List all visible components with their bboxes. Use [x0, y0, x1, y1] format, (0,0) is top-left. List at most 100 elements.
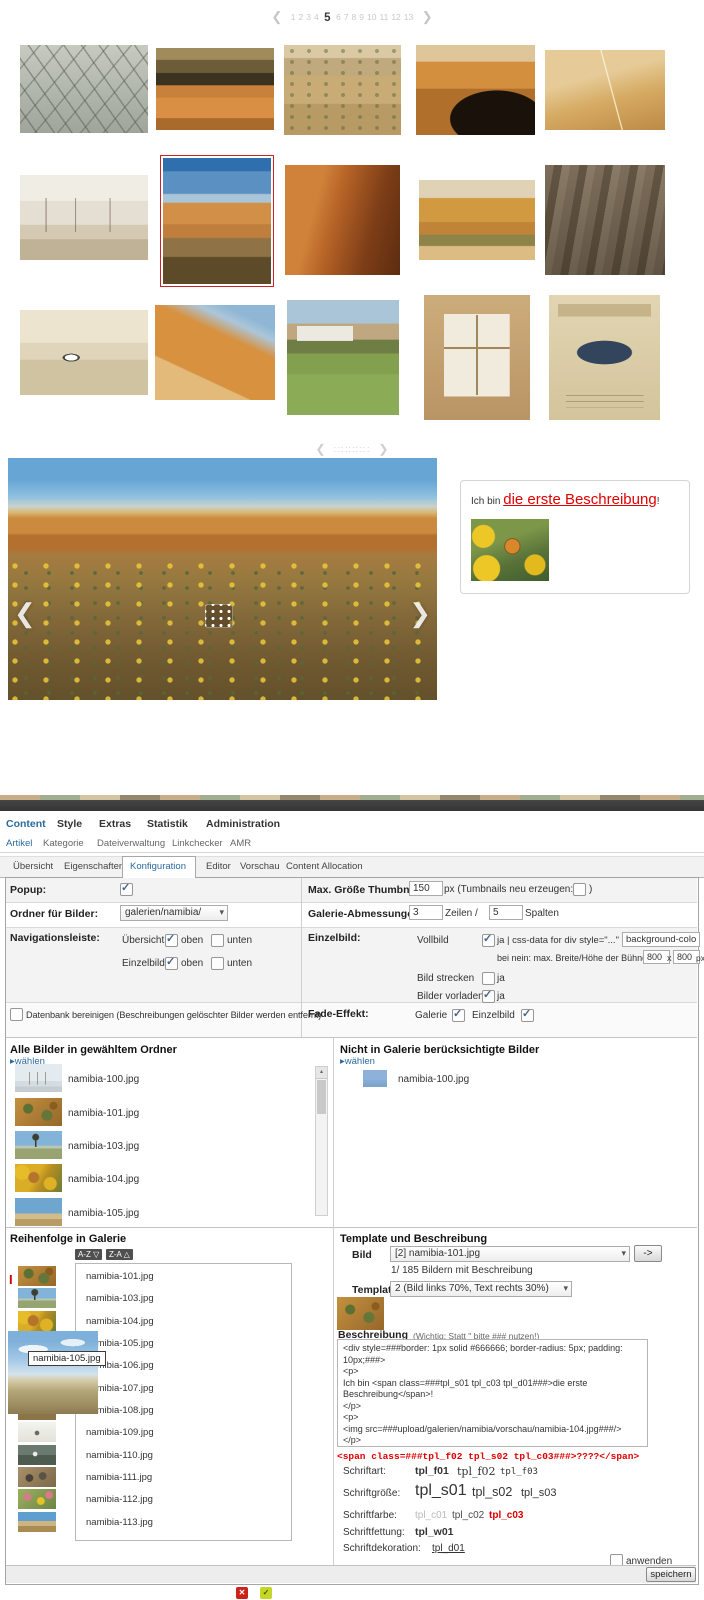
- page-number[interactable]: 2: [298, 12, 303, 22]
- tab-konfiguration[interactable]: Konfiguration: [130, 861, 186, 872]
- menu-style[interactable]: Style: [57, 818, 82, 830]
- gallery-thumb[interactable]: [416, 45, 535, 135]
- cols-input[interactable]: [489, 905, 523, 920]
- tab-vorschau[interactable]: Vorschau: [240, 861, 280, 872]
- submenu-amr[interactable]: AMR: [230, 838, 251, 849]
- gallery-thumb[interactable]: [285, 165, 400, 275]
- gallery-thumb[interactable]: [20, 310, 148, 395]
- check-icon[interactable]: ✓: [260, 1587, 272, 1599]
- order-item[interactable]: namibia-101.jpg: [86, 1271, 154, 1282]
- order-thumb[interactable]: [18, 1311, 56, 1331]
- rows-input[interactable]: [409, 905, 443, 920]
- thumb-size-input[interactable]: [409, 881, 443, 896]
- submenu-artikel[interactable]: Artikel: [6, 838, 32, 849]
- page-number[interactable]: 12: [391, 12, 400, 22]
- vorladen-checkbox[interactable]: [482, 990, 495, 1003]
- beschreibung-textarea[interactable]: <div style=###border: 1px solid #666666;…: [337, 1339, 648, 1447]
- page-number[interactable]: 6: [336, 12, 341, 22]
- submenu-linkchecker[interactable]: Linkchecker: [172, 838, 223, 849]
- gallery-thumb[interactable]: [156, 48, 274, 130]
- page-number[interactable]: 11: [379, 12, 388, 22]
- strip-prev-icon[interactable]: ❮: [316, 442, 326, 456]
- gallery-thumb[interactable]: [419, 180, 535, 260]
- pager-next-icon[interactable]: ❯: [422, 9, 433, 24]
- order-item[interactable]: namibia-104.jpg: [86, 1316, 154, 1327]
- strip-next-icon[interactable]: ❯: [378, 442, 388, 456]
- list-item[interactable]: namibia-101.jpg: [68, 1108, 139, 1119]
- order-item[interactable]: namibia-113.jpg: [86, 1517, 153, 1528]
- pager-prev-icon[interactable]: ❮: [271, 9, 282, 24]
- tab-uebersicht[interactable]: Übersicht: [13, 861, 53, 872]
- move-grid-icon[interactable]: [205, 604, 233, 628]
- gallery-thumb[interactable]: [549, 295, 660, 420]
- preview-next-icon[interactable]: ❯: [409, 598, 431, 629]
- order-thumb[interactable]: [18, 1512, 56, 1532]
- excluded-thumb[interactable]: [363, 1070, 387, 1087]
- order-item[interactable]: namibia-109.jpg: [86, 1427, 154, 1438]
- bild-select[interactable]: [2] namibia-101.jpg: [390, 1246, 630, 1262]
- folder-select[interactable]: galerien/namibia/: [120, 905, 228, 921]
- order-item[interactable]: namibia-103.jpg: [86, 1293, 154, 1304]
- fade-galerie-checkbox[interactable]: [452, 1009, 465, 1022]
- page-number[interactable]: 4: [314, 12, 319, 22]
- menu-content[interactable]: Content: [6, 818, 46, 830]
- gallery-thumb-selected[interactable]: [160, 155, 274, 287]
- menu-extras[interactable]: Extras: [99, 818, 131, 830]
- fade-einzelbild-checkbox[interactable]: [521, 1009, 534, 1022]
- list-item[interactable]: namibia-100.jpg: [68, 1074, 139, 1085]
- list-item[interactable]: namibia-103.jpg: [68, 1141, 139, 1152]
- list-thumb[interactable]: [15, 1064, 62, 1092]
- tab-content-allocation[interactable]: Content Allocation: [286, 861, 363, 872]
- order-item[interactable]: namibia-112.jpg: [86, 1494, 153, 1505]
- page-number[interactable]: 8: [352, 12, 357, 22]
- db-cleanup-checkbox[interactable]: [10, 1008, 23, 1021]
- submenu-dateiverwaltung[interactable]: Dateiverwaltung: [97, 838, 165, 849]
- list-item[interactable]: namibia-105.jpg: [68, 1208, 139, 1219]
- order-thumb[interactable]: [18, 1288, 56, 1308]
- uebersicht-unten-checkbox[interactable]: [211, 934, 224, 947]
- submenu-kategorie[interactable]: Kategorie: [43, 838, 84, 849]
- gallery-thumb[interactable]: [424, 295, 530, 420]
- strecken-checkbox[interactable]: [482, 972, 495, 985]
- page-number[interactable]: 9: [359, 12, 364, 22]
- excluded-item[interactable]: namibia-100.jpg: [398, 1074, 469, 1085]
- page-number[interactable]: 3: [306, 12, 311, 22]
- menu-administration[interactable]: Administration: [206, 818, 280, 830]
- menu-statistik[interactable]: Statistik: [147, 818, 188, 830]
- excluded-choose-link[interactable]: ▸wählen: [340, 1056, 375, 1067]
- tab-eigenschaften[interactable]: Eigenschaften: [64, 861, 124, 872]
- page-number[interactable]: 10: [367, 12, 376, 22]
- uebersicht-oben-checkbox[interactable]: [165, 934, 178, 947]
- list-item[interactable]: namibia-104.jpg: [68, 1174, 139, 1185]
- page-number[interactable]: 13: [404, 12, 413, 22]
- scrollbar-thumb[interactable]: [317, 1080, 326, 1114]
- list-thumb[interactable]: [15, 1164, 62, 1192]
- order-thumb[interactable]: [18, 1445, 56, 1465]
- tab-editor[interactable]: Editor: [206, 861, 231, 872]
- save-button[interactable]: speichern: [646, 1567, 696, 1582]
- stage-width-input[interactable]: [643, 950, 670, 964]
- order-item[interactable]: namibia-110.jpg: [86, 1450, 153, 1461]
- list-thumb[interactable]: [15, 1198, 62, 1226]
- close-icon[interactable]: ✕: [236, 1587, 248, 1599]
- page-number[interactable]: 7: [344, 12, 349, 22]
- scroll-up-icon[interactable]: ▴: [316, 1067, 327, 1079]
- gallery-thumb[interactable]: [284, 45, 401, 135]
- gallery-thumb[interactable]: [20, 175, 148, 260]
- regenerate-thumbs-checkbox[interactable]: [573, 883, 586, 896]
- order-thumb[interactable]: [18, 1266, 56, 1286]
- preview-prev-icon[interactable]: ❮: [14, 598, 36, 629]
- gallery-thumb[interactable]: [545, 50, 665, 130]
- gallery-thumb[interactable]: [287, 300, 399, 415]
- order-item[interactable]: namibia-111.jpg: [86, 1472, 152, 1483]
- order-thumb[interactable]: [18, 1422, 56, 1442]
- gallery-thumb[interactable]: [20, 45, 148, 133]
- popup-checkbox[interactable]: [120, 883, 133, 896]
- page-number[interactable]: 1: [291, 12, 296, 22]
- sort-az-button[interactable]: A-Z ▽: [75, 1249, 102, 1260]
- gallery-thumb[interactable]: [545, 165, 665, 275]
- sort-za-button[interactable]: Z-A △: [106, 1249, 133, 1260]
- einzelbild-unten-checkbox[interactable]: [211, 957, 224, 970]
- order-thumb[interactable]: [18, 1489, 56, 1509]
- list-thumb[interactable]: [15, 1131, 62, 1159]
